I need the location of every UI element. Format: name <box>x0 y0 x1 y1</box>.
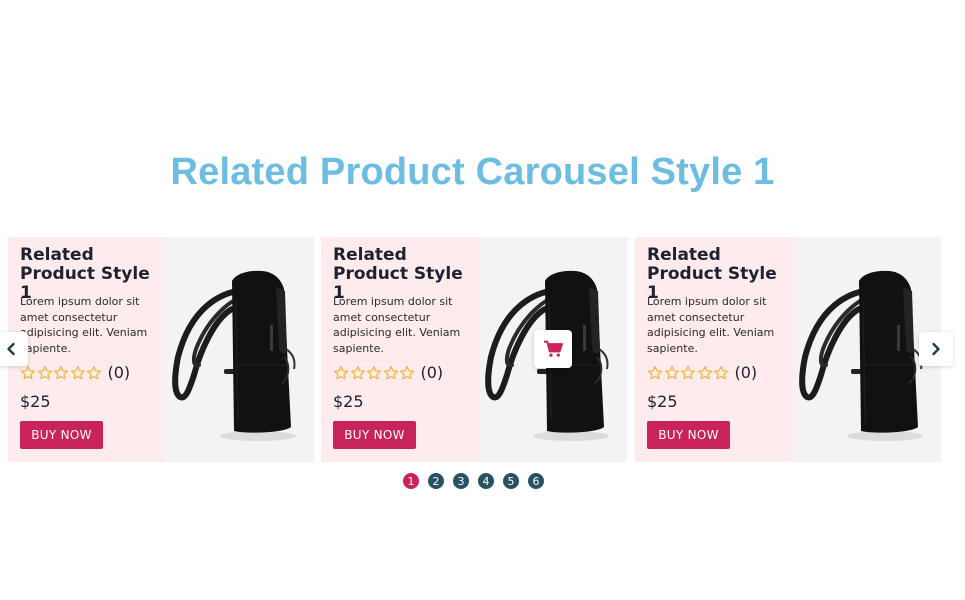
rating-count: (0) <box>420 363 444 382</box>
star-outline-icon <box>21 365 35 379</box>
product-description: Lorem ipsum dolor sit amet consectetur a… <box>647 295 775 355</box>
product-description: Lorem ipsum dolor sit amet consectetur a… <box>333 295 461 355</box>
product-info-panel: Related Product Style 1 Lorem ipsum dolo… <box>635 237 793 462</box>
star-outline-icon <box>400 365 414 379</box>
product-card: Related Product Style 1 Lorem ipsum dolo… <box>635 237 941 462</box>
pagination-dot-3[interactable]: 3 <box>453 473 469 489</box>
star-outline-icon <box>697 365 712 379</box>
rating-count: (0) <box>107 363 131 382</box>
product-price: $25 <box>333 392 364 411</box>
product-rating: (0) <box>647 363 757 382</box>
pagination-dot-6[interactable]: 6 <box>528 473 544 489</box>
pagination-dot-1[interactable]: 1 <box>403 473 419 489</box>
product-rating: (0) <box>333 363 443 382</box>
buy-now-button[interactable]: BUY NOW <box>647 421 730 449</box>
product-price: $25 <box>647 392 678 411</box>
star-outline-icon <box>648 365 662 379</box>
add-to-cart-button[interactable] <box>534 330 572 368</box>
star-outline-icon <box>383 365 398 379</box>
product-carousel: Related Product Style 1 Lorem ipsum dolo… <box>8 237 941 462</box>
pagination-dot-2[interactable]: 2 <box>428 473 444 489</box>
cart-icon <box>544 340 563 357</box>
carousel-pagination: 1 2 3 4 5 6 <box>403 473 553 489</box>
star-outline-icon <box>70 365 85 379</box>
product-rating: (0) <box>20 363 130 382</box>
star-outline-icon <box>350 365 365 379</box>
chevron-right-icon <box>932 342 940 356</box>
star-outline-icon <box>54 365 68 379</box>
backpack-image <box>172 270 296 441</box>
product-image[interactable] <box>166 237 314 462</box>
product-info-panel: Related Product Style 1 Lorem ipsum dolo… <box>321 237 479 462</box>
star-outline-icon <box>367 365 381 379</box>
carousel-prev-button[interactable] <box>0 332 28 366</box>
product-card: Related Product Style 1 Lorem ipsum dolo… <box>8 237 314 462</box>
star-outline-icon <box>334 365 348 379</box>
carousel-next-button[interactable] <box>919 332 953 366</box>
product-description: Lorem ipsum dolor sit amet consectetur a… <box>20 295 148 355</box>
product-card: Related Product Style 1 Lorem ipsum dolo… <box>321 237 627 462</box>
buy-now-button[interactable]: BUY NOW <box>333 421 416 449</box>
star-outline-icon <box>37 365 52 379</box>
star-outline-icon <box>87 365 101 379</box>
chevron-left-icon <box>7 342 15 356</box>
star-outline-icon <box>714 365 728 379</box>
pagination-dot-4[interactable]: 4 <box>478 473 494 489</box>
product-price: $25 <box>20 392 51 411</box>
section-heading: Related Product Carousel Style 1 <box>170 151 775 193</box>
pagination-dot-5[interactable]: 5 <box>503 473 519 489</box>
rating-count: (0) <box>734 363 758 382</box>
star-outline-icon <box>681 365 695 379</box>
buy-now-button[interactable]: BUY NOW <box>20 421 103 449</box>
product-info-panel: Related Product Style 1 Lorem ipsum dolo… <box>8 237 166 462</box>
star-outline-icon <box>664 365 679 379</box>
